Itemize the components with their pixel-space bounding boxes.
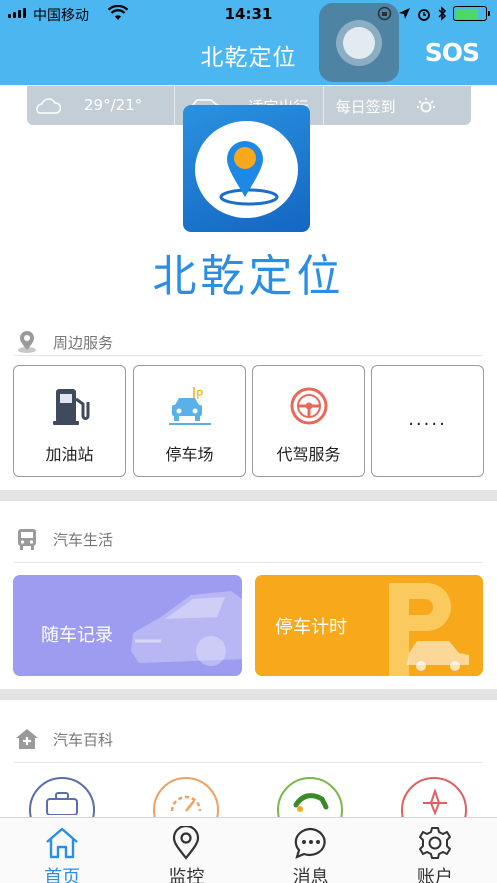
- page-title: 北乾定位: [200, 45, 297, 71]
- section-divider: [14, 355, 483, 356]
- app-name: 北乾定位: [152, 251, 345, 302]
- tile-label: 代驾服务: [276, 445, 341, 464]
- more-icon: ·····: [408, 414, 447, 435]
- map-pin-icon: [14, 330, 40, 354]
- parking-icon: P: [134, 384, 245, 428]
- section-nearby-title: 周边服务: [14, 330, 113, 354]
- section-gap: [0, 689, 497, 700]
- steering-wheel-icon: [253, 384, 364, 428]
- checkin-label: 每日签到: [335, 98, 396, 116]
- tab-label: 首页: [44, 867, 81, 883]
- gauge-icon: [170, 795, 202, 812]
- bluetooth-icon: [438, 6, 447, 21]
- sun-icon: [416, 98, 435, 113]
- assistive-touch-button[interactable]: [319, 3, 399, 82]
- trip-record-card[interactable]: 随车记录: [13, 575, 242, 676]
- svg-text:P: P: [196, 388, 203, 402]
- wifi-icon: [107, 4, 129, 25]
- gas-station-tile[interactable]: 加油站: [13, 365, 126, 477]
- more-services-tile[interactable]: ·····: [371, 365, 484, 477]
- fuel-nozzle-icon: [293, 793, 329, 812]
- sos-button[interactable]: SOS: [425, 38, 480, 67]
- section-gap: [0, 490, 497, 501]
- tab-home[interactable]: 首页: [0, 818, 124, 883]
- battery-icon: [453, 6, 490, 21]
- app-header: 中国移动 14:31 北乾定位 SOS: [0, 0, 497, 85]
- temperature-text: 29°/21°: [84, 96, 143, 114]
- tab-label: 监控: [168, 867, 205, 883]
- cloud-icon: [36, 98, 61, 114]
- card-label: 随车记录: [41, 625, 113, 646]
- toolbox-icon: [46, 792, 78, 815]
- app-logo: [183, 105, 310, 232]
- tile-label: 停车场: [165, 445, 214, 464]
- tab-label: 消息: [292, 867, 329, 883]
- chat-icon: [249, 826, 373, 860]
- section-encyclopedia-title: 汽车百科: [14, 727, 113, 751]
- bus-icon: [14, 527, 40, 551]
- home-icon: [0, 826, 124, 860]
- car-illustration: [131, 591, 242, 666]
- tab-monitor[interactable]: 监控: [124, 818, 248, 883]
- parking-p-illustration: [389, 583, 469, 676]
- alarm-icon: [418, 8, 430, 21]
- tab-messages[interactable]: 消息: [249, 818, 373, 883]
- location-pin-icon: [124, 826, 248, 860]
- section-label: 汽车生活: [53, 530, 114, 549]
- parking-tile[interactable]: P 停车场: [133, 365, 246, 477]
- card-label: 停车计时: [275, 617, 347, 638]
- status-bar: 中国移动 14:31: [0, 0, 497, 28]
- compass-icon: [423, 789, 447, 815]
- section-label: 汽车百科: [53, 730, 114, 749]
- designated-driver-tile[interactable]: 代驾服务: [252, 365, 365, 477]
- location-arrow-icon: [399, 8, 410, 19]
- gas-station-icon: [14, 384, 125, 428]
- tile-label: 加油站: [45, 445, 94, 464]
- bottom-tab-bar: 首页 监控 消息 账户: [0, 817, 497, 883]
- section-divider: [14, 762, 483, 763]
- signal-icon: [8, 8, 26, 18]
- parking-timer-card[interactable]: 停车计时: [255, 575, 483, 676]
- gear-icon: [373, 826, 497, 860]
- carrier-name: 中国移动: [33, 8, 89, 24]
- section-car-life-title: 汽车生活: [14, 527, 113, 551]
- house-plus-icon: [14, 727, 40, 751]
- section-divider: [14, 562, 483, 563]
- tab-label: 账户: [416, 867, 453, 883]
- daily-checkin-button[interactable]: 每日签到: [322, 86, 471, 125]
- tab-account[interactable]: 账户: [373, 818, 497, 883]
- weather-cell: 29°/21°: [27, 86, 174, 125]
- section-label: 周边服务: [53, 333, 114, 352]
